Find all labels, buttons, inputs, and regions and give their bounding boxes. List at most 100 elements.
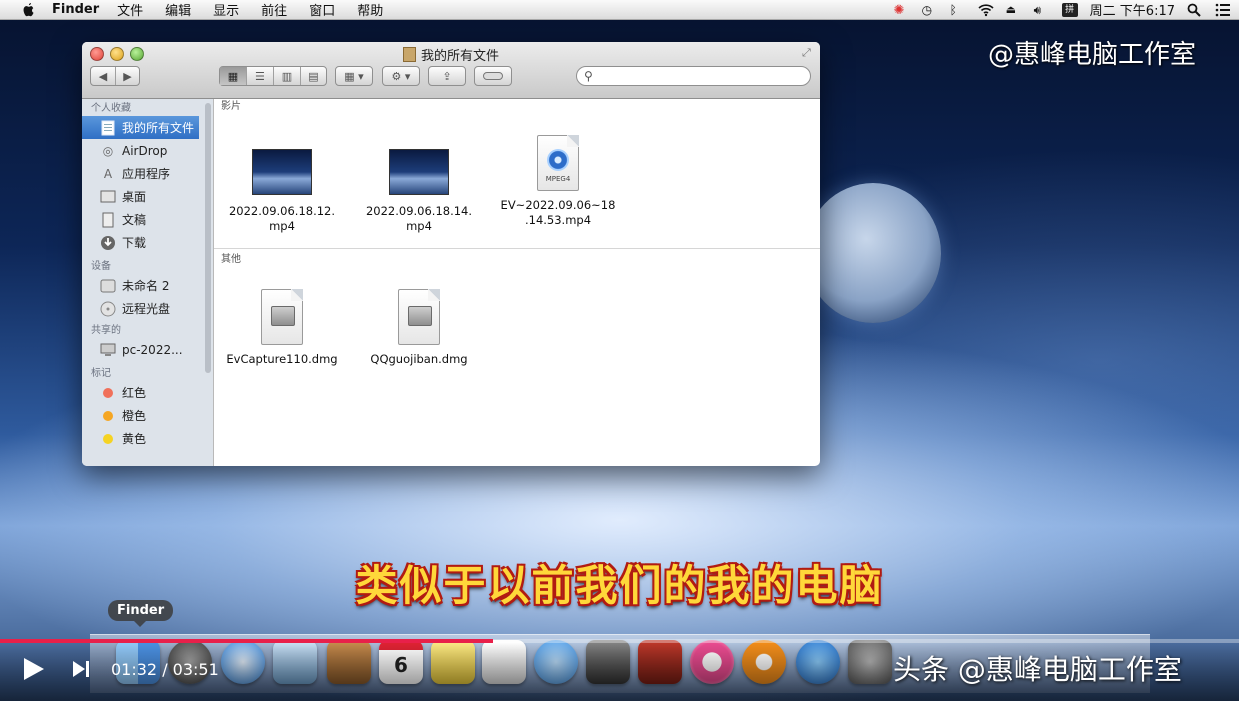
- watermark-bottom: 头条 @惠峰电脑工作室: [893, 653, 1182, 686]
- next-icon[interactable]: [72, 660, 90, 678]
- volume-icon[interactable]: 🔊︎: [1034, 3, 1050, 17]
- tags-button[interactable]: [474, 66, 512, 86]
- coverflow-view-icon[interactable]: ▤: [299, 67, 326, 85]
- progress-bar[interactable]: [0, 639, 1239, 643]
- menu-clock[interactable]: 周二 下午6:17: [1090, 0, 1175, 19]
- notification-center-icon[interactable]: [1215, 3, 1231, 17]
- file-item[interactable]: 2022.09.06.18.14. mp4: [359, 149, 479, 234]
- file-name: 2022.09.06.18.12.: [228, 204, 336, 218]
- play-icon[interactable]: [24, 658, 44, 680]
- sidebar-item-airdrop[interactable]: ◎ AirDrop: [82, 139, 213, 162]
- sidebar-item-label: AirDrop: [122, 143, 168, 158]
- documents-icon: [100, 212, 116, 228]
- file-name: EV~2022.09.06~18: [500, 198, 616, 212]
- video-thumbnail: [389, 149, 449, 195]
- time-machine-icon[interactable]: ◷: [922, 3, 938, 17]
- icon-view-icon[interactable]: ▦: [220, 67, 246, 85]
- sidebar-item-label: 桌面: [122, 190, 147, 204]
- tag-dot-icon: [100, 408, 116, 424]
- sidebar-item-remote-disc[interactable]: 远程光盘: [82, 297, 213, 320]
- input-method-icon[interactable]: 拼: [1061, 2, 1078, 17]
- section-header-other: 其他: [221, 254, 241, 265]
- file-item[interactable]: QQguojiban.dmg: [359, 289, 479, 367]
- menu-window[interactable]: 窗口: [309, 0, 335, 19]
- sidebar-item-applications[interactable]: A 应用程序: [82, 162, 213, 185]
- sidebar-item-label: 远程光盘: [122, 302, 171, 316]
- dmg-file-icon: [261, 289, 303, 345]
- menu-edit[interactable]: 编辑: [165, 0, 191, 19]
- sidebar-tag-red[interactable]: 红色: [82, 381, 213, 404]
- menu-file[interactable]: 文件: [117, 0, 143, 19]
- eject-icon[interactable]: ⏏: [1006, 3, 1022, 17]
- file-name-2: mp4: [269, 219, 295, 233]
- moon-wallpaper: [805, 183, 941, 323]
- section-divider: [214, 248, 820, 249]
- share-button[interactable]: ⇪: [428, 66, 466, 86]
- sidebar-item-label: 未命名 2: [122, 279, 170, 293]
- file-browser: 影片 2022.09.06.18.12. mp4 2022.09.06.18.1…: [214, 99, 820, 466]
- fullscreen-icon[interactable]: ⤢: [802, 46, 814, 59]
- sidebar-item-pc[interactable]: pc-2022...: [82, 338, 213, 361]
- menu-view[interactable]: 显示: [213, 0, 239, 19]
- window-toolbar: 我的所有文件 ⤢ ◀ ▶ ▦ ☰ ▥ ▤ ▦ ▾ ⚙ ▾ ⇪ ⚲: [82, 42, 820, 99]
- window-title-text: 我的所有文件: [420, 49, 499, 64]
- downloads-icon: [100, 235, 116, 251]
- apple-menu-icon[interactable]: [20, 2, 38, 17]
- finder-window: 我的所有文件 ⤢ ◀ ▶ ▦ ☰ ▥ ▤ ▦ ▾ ⚙ ▾ ⇪ ⚲ 个人收藏 我的…: [82, 42, 820, 466]
- column-view-icon[interactable]: ▥: [272, 67, 300, 85]
- menu-go[interactable]: 前往: [261, 0, 287, 19]
- file-item[interactable]: EvCapture110.dmg: [222, 289, 342, 367]
- video-thumbnail: [252, 149, 312, 195]
- sidebar-header-favorites: 个人收藏: [91, 103, 131, 114]
- file-name: EvCapture110.dmg: [226, 352, 338, 366]
- spotlight-icon[interactable]: [1187, 3, 1203, 17]
- quicktime-mpeg4-icon: MPEG4: [537, 135, 579, 191]
- menu-bar: Finder 文件 编辑 显示 前往 窗口 帮助 ✺ ◷ ᛒ ⏏ 🔊︎ 拼 周二…: [0, 0, 1239, 20]
- watermark-top: @惠峰电脑工作室: [988, 40, 1197, 70]
- optical-disc-icon: [100, 301, 116, 317]
- sidebar-item-label: 文稿: [122, 213, 147, 227]
- sidebar-header-devices: 设备: [91, 261, 111, 272]
- action-button[interactable]: ⚙ ▾: [382, 66, 420, 86]
- sidebar-item-documents[interactable]: 文稿: [82, 208, 213, 231]
- wifi-icon[interactable]: [978, 3, 994, 17]
- file-item[interactable]: 2022.09.06.18.12. mp4: [222, 149, 342, 234]
- share-icon: ⇪: [442, 69, 452, 83]
- time-display: 01:32 / 03:51: [111, 660, 219, 679]
- sidebar-item-all-my-files[interactable]: 我的所有文件: [82, 116, 199, 139]
- menu-extras: ✺ ◷ ᛒ ⏏ 🔊︎ 拼 周二 下午6:17: [894, 0, 1231, 19]
- menu-help[interactable]: 帮助: [357, 0, 383, 19]
- arrange-icon: ▦ ▾: [344, 69, 364, 83]
- menu-app-finder[interactable]: Finder: [52, 2, 99, 17]
- sidebar-item-label: pc-2022...: [122, 342, 183, 357]
- sidebar-item-downloads[interactable]: 下载: [82, 231, 213, 254]
- back-button[interactable]: ◀: [91, 67, 115, 85]
- sidebar-item-desktop[interactable]: 桌面: [82, 185, 213, 208]
- sidebar-scrollbar[interactable]: [205, 103, 211, 373]
- video-subtitle: 类似于以前我们的我的电脑: [355, 561, 884, 610]
- time-separator: /: [157, 660, 173, 679]
- sidebar-header-tags: 标记: [91, 368, 111, 379]
- tag-dot-icon: [100, 385, 116, 401]
- file-item[interactable]: MPEG4 EV~2022.09.06~18 .14.53.mp4: [498, 135, 618, 228]
- file-name: 2022.09.06.18.14.: [365, 204, 473, 218]
- list-view-icon[interactable]: ☰: [245, 67, 273, 85]
- view-mode-segment: ▦ ☰ ▥ ▤: [219, 66, 327, 86]
- sidebar-item-label: 橙色: [122, 409, 147, 423]
- sidebar-tag-yellow[interactable]: 黄色: [82, 427, 213, 450]
- sidebar-tag-orange[interactable]: 橙色: [82, 404, 213, 427]
- disk-icon: [100, 278, 116, 294]
- computer-icon: [100, 342, 116, 358]
- sidebar-item-untitled-2[interactable]: 未命名 2: [82, 274, 213, 297]
- dmg-file-icon: [398, 289, 440, 345]
- file-name: QQguojiban.dmg: [370, 352, 468, 366]
- arrange-button[interactable]: ▦ ▾: [335, 66, 373, 86]
- duration: 03:51: [172, 660, 219, 679]
- forward-button[interactable]: ▶: [114, 67, 139, 85]
- status-app-icon[interactable]: ✺: [894, 3, 910, 18]
- bluetooth-icon[interactable]: ᛒ: [950, 3, 966, 17]
- file-name-2: mp4: [406, 219, 432, 233]
- search-field[interactable]: ⚲: [576, 66, 811, 86]
- progress-fill: [0, 639, 494, 643]
- sidebar: 个人收藏 我的所有文件 ◎ AirDrop A 应用程序 桌面 文稿 下载 设备: [82, 99, 214, 466]
